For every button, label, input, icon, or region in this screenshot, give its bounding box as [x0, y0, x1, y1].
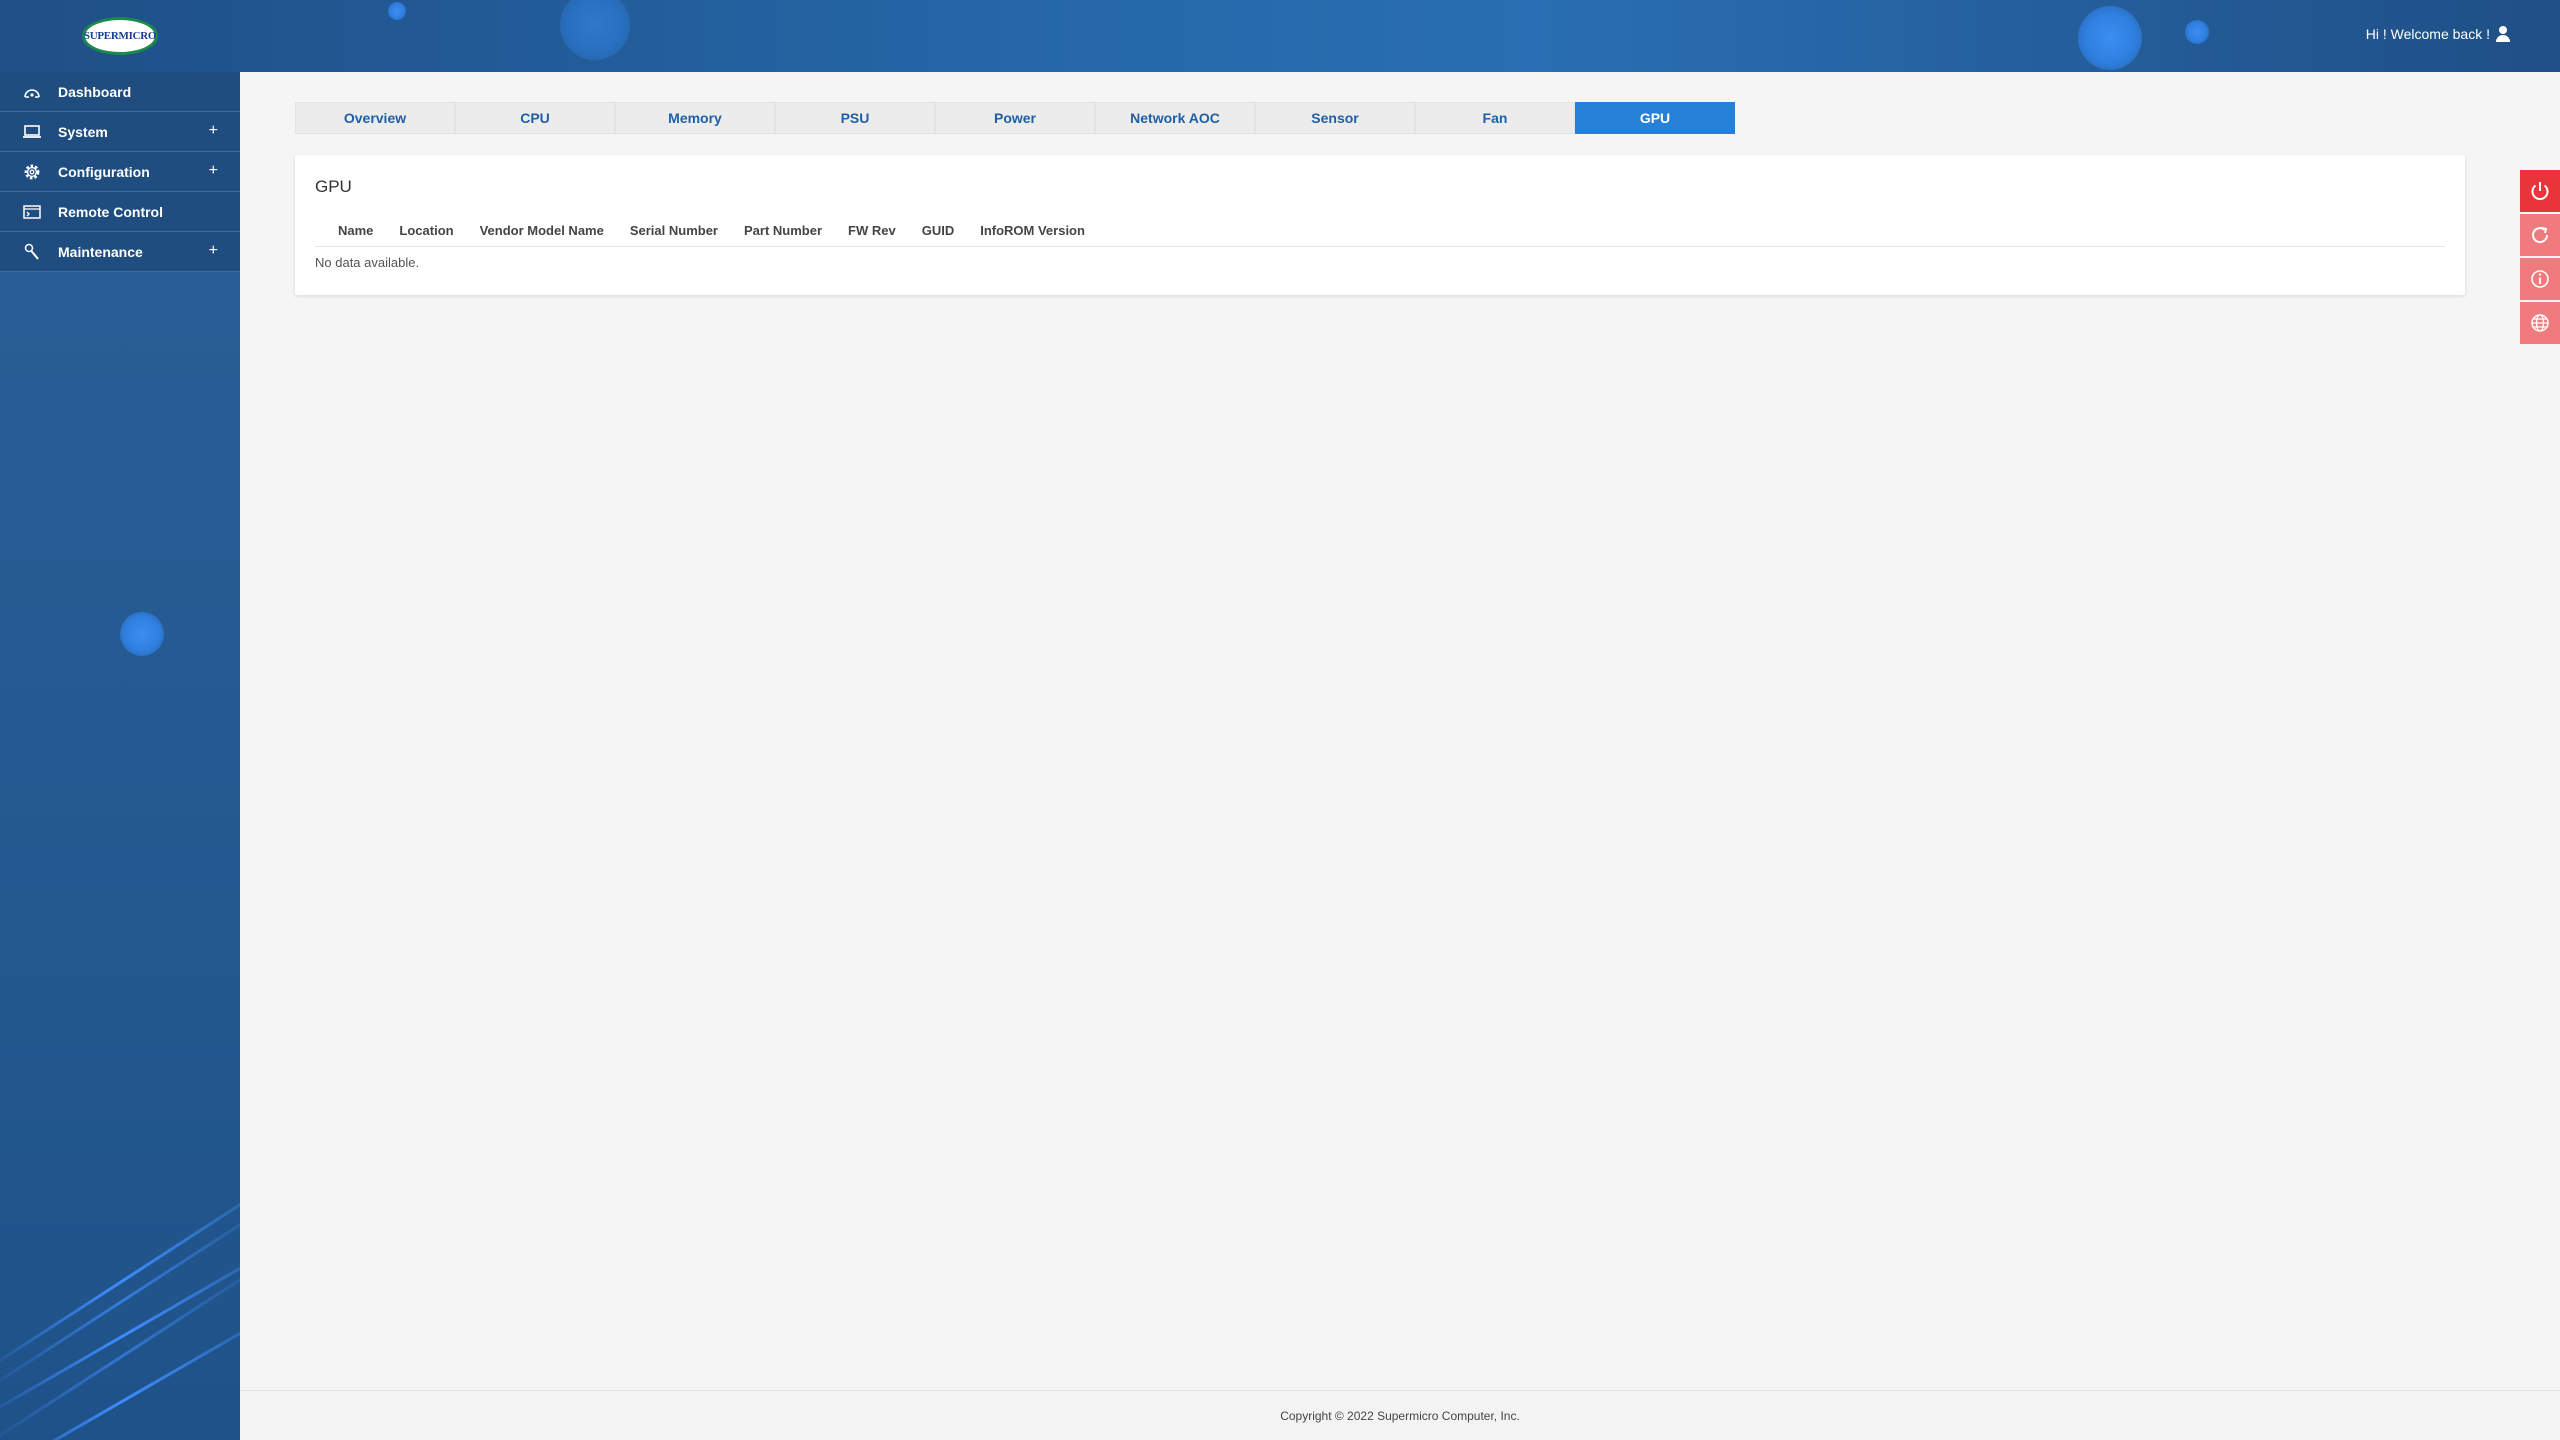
column-header-fw-rev[interactable]: FW Rev	[835, 223, 909, 246]
sidebar-item-dashboard[interactable]: Dashboard	[0, 72, 240, 112]
footer: Copyright © 2022 Supermicro Computer, In…	[240, 1390, 2560, 1440]
refresh-icon	[2532, 227, 2549, 244]
card-title: GPU	[315, 177, 352, 196]
info-icon	[2531, 270, 2549, 288]
expand-icon[interactable]: +	[209, 122, 218, 140]
decor-bubble	[560, 0, 630, 60]
column-header-guid[interactable]: GUID	[909, 223, 968, 246]
empty-table-message: No data available.	[315, 255, 420, 270]
tab-psu[interactable]: PSU	[775, 102, 935, 134]
expand-icon[interactable]: +	[209, 162, 218, 180]
gpu-card: GPU Name Location Vendor Model Name Seri…	[295, 155, 2465, 295]
copyright-text: Copyright © 2022 Supermicro Computer, In…	[1280, 1408, 1520, 1423]
power-button[interactable]	[2520, 170, 2560, 212]
refresh-button[interactable]	[2520, 214, 2560, 256]
column-header-part-number[interactable]: Part Number	[731, 223, 835, 246]
laptop-icon	[22, 122, 42, 142]
tab-sensor[interactable]: Sensor	[1255, 102, 1415, 134]
sidebar-item-configuration[interactable]: Configuration +	[0, 152, 240, 192]
sidebar-item-maintenance[interactable]: Maintenance +	[0, 232, 240, 272]
decor-bubble	[2078, 6, 2142, 70]
column-header-location[interactable]: Location	[386, 223, 466, 246]
tab-fan[interactable]: Fan	[1415, 102, 1575, 134]
info-button[interactable]	[2520, 258, 2560, 300]
decor-bubble	[388, 2, 406, 20]
globe-icon	[2531, 314, 2549, 332]
tab-overview[interactable]: Overview	[295, 102, 455, 134]
console-icon	[22, 202, 42, 222]
sidebar-item-label: System	[58, 123, 108, 140]
sidebar-item-label: Maintenance	[58, 243, 143, 260]
dashboard-icon	[22, 82, 42, 102]
column-header-inforom-version[interactable]: InfoROM Version	[967, 223, 1098, 246]
language-button[interactable]	[2520, 302, 2560, 344]
logo-text: SUPERMICRO	[83, 30, 157, 42]
sidebar-item-label: Configuration	[58, 163, 150, 180]
hardware-tabs: Overview CPU Memory PSU Power Network AO…	[295, 102, 1735, 134]
sidebar-item-label: Dashboard	[58, 83, 132, 100]
tab-gpu[interactable]: GPU	[1575, 102, 1735, 134]
sidebar-item-system[interactable]: System +	[0, 112, 240, 152]
tab-cpu[interactable]: CPU	[455, 102, 615, 134]
sidebar-item-remote-control[interactable]: Remote Control	[0, 192, 240, 232]
decor-streak	[0, 1192, 240, 1375]
table-header: Name Location Vendor Model Name Serial N…	[315, 223, 2445, 247]
gear-icon	[22, 162, 42, 182]
tab-power[interactable]: Power	[935, 102, 1095, 134]
column-header-serial-number[interactable]: Serial Number	[617, 223, 731, 246]
column-header-name[interactable]: Name	[315, 223, 386, 246]
user-icon	[2496, 26, 2510, 42]
decor-bubble	[2185, 20, 2209, 44]
tab-network-aoc[interactable]: Network AOC	[1095, 102, 1255, 134]
wrench-icon	[22, 242, 42, 262]
welcome-text: Hi ! Welcome back !	[2365, 26, 2490, 42]
quick-actions	[2520, 170, 2560, 346]
expand-icon[interactable]: +	[209, 242, 218, 260]
supermicro-logo[interactable]: SUPERMICRO	[82, 17, 158, 55]
power-icon	[2531, 182, 2549, 200]
welcome-user[interactable]: Hi ! Welcome back !	[2366, 26, 2510, 42]
sidebar-item-label: Remote Control	[58, 203, 163, 220]
tab-memory[interactable]: Memory	[615, 102, 775, 134]
decor-bubble	[120, 612, 164, 656]
top-header: SUPERMICRO Hi ! Welcome back !	[0, 0, 2560, 72]
sidebar: Dashboard System + Configuration + Remot…	[0, 72, 240, 1440]
column-header-vendor-model-name[interactable]: Vendor Model Name	[467, 223, 617, 246]
